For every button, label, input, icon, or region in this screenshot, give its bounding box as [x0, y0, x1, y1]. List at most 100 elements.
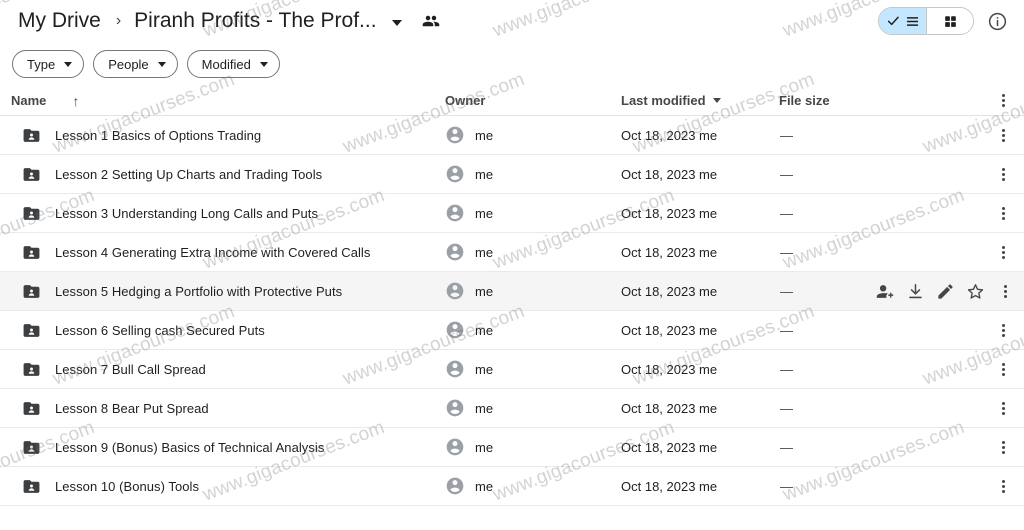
filter-bar: Type People Modified [0, 42, 1024, 86]
breadcrumb-item-my-drive[interactable]: My Drive [12, 7, 107, 35]
column-options-button[interactable] [982, 92, 1024, 110]
shared-folder-icon [22, 399, 41, 418]
filter-chip-modified[interactable]: Modified [186, 50, 280, 78]
file-owner-label: me [475, 361, 494, 377]
kebab-menu-icon [994, 165, 1012, 183]
table-row[interactable]: Lesson 5 Hedging a Portfolio with Protec… [0, 272, 1024, 311]
table-row[interactable]: Lesson 9 (Bonus) Basics of Technical Ana… [0, 428, 1024, 467]
file-name-cell[interactable]: Lesson 8 Bear Put Spread [0, 399, 444, 418]
account-circle-icon [445, 437, 465, 457]
column-header-last-modified[interactable]: Last modified [620, 93, 778, 108]
row-more-actions-button[interactable] [982, 399, 1024, 417]
file-owner-label: me [475, 244, 494, 260]
grid-view-icon[interactable] [926, 8, 973, 34]
filter-chip-people[interactable]: People [93, 50, 178, 78]
shared-folder-icon [22, 243, 41, 262]
file-modified-cell: Oct 18, 2023 me [621, 400, 718, 416]
account-circle-icon [445, 476, 465, 496]
row-more-actions-button[interactable] [982, 126, 1024, 144]
file-name-label: Lesson 4 Generating Extra Income with Co… [55, 244, 371, 260]
file-size-cell: — [780, 361, 793, 377]
file-owner-cell: me [444, 320, 620, 340]
row-more-actions-button[interactable] [982, 321, 1024, 339]
kebab-menu-icon [994, 204, 1012, 222]
row-more-actions-button[interactable] [982, 165, 1024, 183]
file-name-cell[interactable]: Lesson 1 Basics of Options Trading [0, 126, 444, 145]
filter-chip-type[interactable]: Type [12, 50, 85, 78]
column-header-owner-label: Owner [445, 93, 486, 108]
file-owner-label: me [475, 166, 494, 182]
table-row[interactable]: Lesson 8 Bear Put Spread me Oct 18, 2023 … [0, 389, 1024, 428]
filter-chip-people-label: People [108, 56, 149, 72]
file-owner-label: me [475, 322, 494, 338]
account-circle-icon [445, 242, 465, 262]
file-modified-cell: Oct 18, 2023 me [621, 478, 718, 494]
table-row[interactable]: Lesson 4 Generating Extra Income with Co… [0, 233, 1024, 272]
breadcrumb-item-current-folder[interactable]: Piranh Profits - The Prof... [130, 7, 380, 35]
chevron-down-icon [259, 61, 268, 67]
file-size-cell: — [780, 127, 793, 143]
table-row[interactable]: Lesson 3 Understanding Long Calls and Pu… [0, 194, 1024, 233]
table-row[interactable]: Lesson 10 (Bonus) Tools me Oct 18, 2023 m… [0, 467, 1024, 506]
breadcrumb-separator: › [115, 12, 122, 29]
file-name-cell[interactable]: Lesson 9 (Bonus) Basics of Technical Ana… [0, 438, 444, 457]
row-more-actions-button[interactable] [982, 243, 1024, 261]
file-name-cell[interactable]: Lesson 5 Hedging a Portfolio with Protec… [0, 282, 444, 301]
table-row[interactable]: Lesson 7 Bull Call Spread me Oct 18, 2023… [0, 350, 1024, 389]
file-owner-cell: me [444, 203, 620, 223]
kebab-menu-icon [994, 360, 1012, 378]
file-size-cell: — [780, 244, 793, 260]
table-row[interactable]: Lesson 1 Basics of Options Trading me Oct… [0, 116, 1024, 155]
download-icon[interactable] [900, 277, 930, 307]
column-header-name[interactable]: Name ↑ [0, 93, 444, 108]
file-name-cell[interactable]: Lesson 2 Setting Up Charts and Trading T… [0, 165, 444, 184]
row-more-actions-button[interactable] [982, 360, 1024, 378]
file-name-cell[interactable]: Lesson 3 Understanding Long Calls and Pu… [0, 204, 444, 223]
shared-folder-icon [22, 282, 41, 301]
shared-folder-icon [22, 204, 41, 223]
kebab-menu-icon [994, 321, 1012, 339]
table-row[interactable]: Lesson 6 Selling cash Secured Puts me Oct… [0, 311, 1024, 350]
file-name-cell[interactable]: Lesson 7 Bull Call Spread [0, 360, 444, 379]
row-more-actions-button[interactable] [982, 477, 1024, 495]
file-modified-cell: Oct 18, 2023 me [621, 127, 718, 143]
share-add-person-icon[interactable] [870, 277, 900, 307]
file-owner-cell: me [444, 281, 620, 301]
list-view-check-icon[interactable] [879, 8, 926, 34]
file-owner-cell: me [444, 242, 620, 262]
kebab-menu-icon [994, 126, 1012, 144]
account-circle-icon [445, 125, 465, 145]
file-owner-cell: me [444, 164, 620, 184]
kebab-menu-icon [994, 399, 1012, 417]
chevron-down-icon[interactable] [391, 19, 402, 26]
edit-pencil-icon[interactable] [930, 277, 960, 307]
file-name-label: Lesson 1 Basics of Options Trading [55, 127, 262, 143]
info-circle-icon[interactable] [984, 8, 1010, 34]
file-size-cell: — [780, 166, 793, 182]
shared-folder-icon [22, 321, 41, 340]
file-name-cell[interactable]: Lesson 10 (Bonus) Tools [0, 477, 444, 496]
table-row[interactable]: Lesson 2 Setting Up Charts and Trading T… [0, 155, 1024, 194]
file-name-label: Lesson 7 Bull Call Spread [55, 361, 206, 377]
file-owner-label: me [475, 205, 494, 221]
file-name-cell[interactable]: Lesson 4 Generating Extra Income with Co… [0, 243, 444, 262]
filter-chip-type-label: Type [27, 56, 56, 72]
kebab-menu-icon [996, 283, 1014, 301]
column-header-file-size-label: File size [779, 93, 830, 108]
kebab-menu-icon [994, 477, 1012, 495]
app-header: My Drive › Piranh Profits - The Prof... [0, 0, 1024, 42]
people-shared-icon[interactable] [422, 12, 440, 30]
column-header-file-size[interactable]: File size [778, 93, 982, 108]
column-header-owner[interactable]: Owner [444, 93, 620, 108]
row-more-actions-button[interactable] [982, 438, 1024, 456]
shared-folder-icon [22, 438, 41, 457]
kebab-menu-icon[interactable] [990, 277, 1020, 307]
kebab-menu-icon [994, 438, 1012, 456]
breadcrumb: My Drive › Piranh Profits - The Prof... [12, 7, 440, 35]
file-modified-cell: Oct 18, 2023 me [621, 439, 718, 455]
row-more-actions-button[interactable] [982, 204, 1024, 222]
file-size-cell: — [780, 400, 793, 416]
file-owner-label: me [475, 400, 494, 416]
star-outline-icon[interactable] [960, 277, 990, 307]
file-name-cell[interactable]: Lesson 6 Selling cash Secured Puts [0, 321, 444, 340]
